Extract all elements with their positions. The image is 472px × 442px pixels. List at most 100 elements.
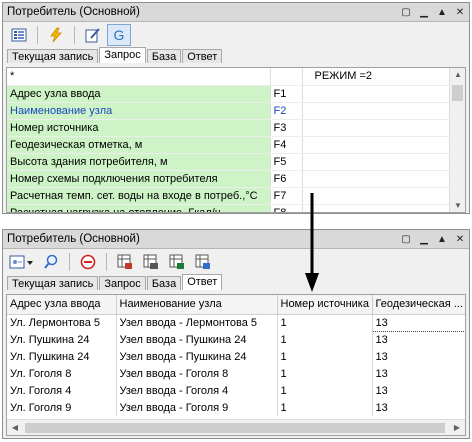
answer-grid[interactable]: Адрес узла ввода Наименование узла Номер…: [6, 294, 466, 436]
field-condition[interactable]: [302, 102, 454, 120]
field-label[interactable]: Номер схемы подключения потребителя: [7, 170, 271, 188]
table-cell[interactable]: Ул. Гоголя 9: [7, 399, 117, 416]
field-code[interactable]: F5: [270, 153, 303, 171]
table-cell[interactable]: Узел ввода - Гоголя 8: [116, 365, 278, 382]
table-cell[interactable]: Узел ввода - Гоголя 9: [116, 399, 278, 416]
field-label[interactable]: Геодезическая отметка, м: [7, 136, 271, 154]
print-button[interactable]: [139, 251, 163, 273]
tab-current-record[interactable]: Текущая запись: [7, 276, 99, 290]
query-row[interactable]: Высота здания потребителя, м F5: [7, 153, 454, 171]
field-code[interactable]: F7: [270, 187, 303, 205]
table-cell[interactable]: Узел ввода - Пушкина 24: [116, 348, 278, 365]
column-header-source-number[interactable]: Номер источника: [277, 295, 373, 315]
table-cell[interactable]: Ул. Гоголя 4: [7, 382, 117, 399]
field-condition[interactable]: [302, 85, 454, 103]
scroll-left-icon[interactable]: ◀: [7, 423, 23, 432]
horizontal-scrollbar[interactable]: ◀ ▶: [7, 419, 465, 435]
edit-query-button[interactable]: [81, 24, 105, 46]
query-row[interactable]: Расчетная темп. сет. воды на входе в пот…: [7, 187, 454, 205]
table-cell[interactable]: 1: [277, 348, 373, 365]
maximize-icon[interactable]: ▲: [433, 3, 451, 21]
field-condition[interactable]: [302, 119, 454, 137]
g-mode-button[interactable]: G: [107, 23, 131, 46]
table-cell[interactable]: 1: [277, 314, 373, 331]
table-cell[interactable]: Ул. Лермонтова 5: [7, 314, 117, 331]
field-condition[interactable]: [302, 153, 454, 171]
tab-base[interactable]: База: [146, 49, 182, 63]
table-cell[interactable]: 13: [372, 331, 465, 348]
database-button[interactable]: [191, 251, 215, 273]
column-header-node-name[interactable]: Наименование узла: [116, 295, 278, 315]
maximize-icon[interactable]: ▲: [433, 230, 451, 248]
tab-answer[interactable]: Ответ: [182, 49, 223, 63]
table-cell[interactable]: Узел ввода - Пушкина 24: [116, 331, 278, 348]
scroll-down-icon[interactable]: ▼: [450, 201, 465, 210]
table-cell[interactable]: Узел ввода - Гоголя 4: [116, 382, 278, 399]
query-row[interactable]: Расчетная нагрузка на отопление, Гкал/ч F…: [7, 204, 454, 212]
query-row[interactable]: Наименование узла F2: [7, 102, 454, 120]
field-condition[interactable]: [302, 170, 454, 188]
field-code[interactable]: F6: [270, 170, 303, 188]
field-code[interactable]: F3: [270, 119, 303, 137]
field-code[interactable]: F1: [270, 85, 303, 103]
delete-button[interactable]: [76, 251, 100, 273]
restore-icon[interactable]: ▢: [397, 3, 415, 21]
table-cell[interactable]: Узел ввода - Лермонтова 5: [116, 314, 278, 331]
scroll-right-icon[interactable]: ▶: [449, 423, 465, 432]
tab-query[interactable]: Запрос: [99, 276, 146, 290]
field-code[interactable]: F2: [270, 102, 303, 120]
table-row[interactable]: Ул. Гоголя 9 Узел ввода - Гоголя 9 1 13: [7, 399, 465, 416]
field-label[interactable]: Номер источника: [7, 119, 271, 137]
table-cell[interactable]: Ул. Гоголя 8: [7, 365, 117, 382]
table-row[interactable]: Ул. Гоголя 4 Узел ввода - Гоголя 4 1 13: [7, 382, 465, 399]
field-label[interactable]: Расчетная темп. сет. воды на входе в пот…: [7, 187, 271, 205]
table-row[interactable]: Ул. Пушкина 24 Узел ввода - Пушкина 24 1 13: [7, 331, 465, 348]
table-cell[interactable]: Ул. Пушкина 24: [7, 331, 117, 348]
table-row[interactable]: Ул. Пушкина 24 Узел ввода - Пушкина 24 1 13: [7, 348, 465, 365]
table-cell[interactable]: 13: [372, 348, 465, 365]
tab-answer[interactable]: Ответ: [182, 274, 223, 290]
minimize-icon[interactable]: ▁: [415, 230, 433, 248]
field-label[interactable]: Высота здания потребителя, м: [7, 153, 271, 171]
field-code[interactable]: F4: [270, 136, 303, 154]
table-cell[interactable]: 1: [277, 399, 373, 416]
vertical-scrollbar[interactable]: ▲ ▼: [449, 68, 465, 212]
table-cell[interactable]: 13: [371, 313, 465, 332]
query-row[interactable]: Номер источника F3: [7, 119, 454, 137]
column-header-geodetic[interactable]: Геодезическая ...: [372, 295, 465, 315]
restore-icon[interactable]: ▢: [397, 230, 415, 248]
column-header-address[interactable]: Адрес узла ввода: [7, 295, 117, 315]
mode-cell[interactable]: РЕЖИМ =2: [302, 68, 454, 86]
fields-list-button[interactable]: [7, 24, 31, 46]
table-cell[interactable]: Ул. Пушкина 24: [7, 348, 117, 365]
query-row[interactable]: Номер схемы подключения потребителя F6: [7, 170, 454, 188]
table-cell[interactable]: 1: [277, 365, 373, 382]
tab-base[interactable]: База: [146, 276, 182, 290]
export-table-button[interactable]: [113, 251, 137, 273]
table-row[interactable]: Ул. Гоголя 8 Узел ввода - Гоголя 8 1 13: [7, 365, 465, 382]
scroll-thumb[interactable]: [452, 85, 463, 101]
field-label[interactable]: Адрес узла ввода: [7, 85, 271, 103]
tab-current-record[interactable]: Текущая запись: [7, 49, 99, 63]
field-condition[interactable]: [302, 187, 454, 205]
field-label[interactable]: Наименование узла: [7, 102, 271, 120]
scroll-up-icon[interactable]: ▲: [450, 70, 465, 79]
table-cell[interactable]: 13: [372, 399, 465, 416]
table-row[interactable]: Ул. Лермонтова 5 Узел ввода - Лермонтова …: [7, 313, 465, 332]
scroll-thumb[interactable]: [25, 423, 445, 433]
view-dropdown-button[interactable]: [7, 251, 37, 273]
query-row[interactable]: Геодезическая отметка, м F4: [7, 136, 454, 154]
field-condition[interactable]: [302, 136, 454, 154]
close-icon[interactable]: ✕: [451, 230, 469, 248]
table-cell[interactable]: 13: [372, 365, 465, 382]
close-icon[interactable]: ✕: [451, 3, 469, 21]
blank-cell[interactable]: [270, 68, 303, 86]
tab-query[interactable]: Запрос: [99, 47, 146, 63]
field-code[interactable]: F8: [270, 204, 303, 212]
field-label[interactable]: Расчетная нагрузка на отопление, Гкал/ч: [7, 204, 271, 212]
minimize-icon[interactable]: ▁: [415, 3, 433, 21]
query-grid[interactable]: * РЕЖИМ =2 Адрес узла ввода F1 Наименовани…: [6, 67, 466, 213]
search-button[interactable]: [39, 251, 63, 273]
table-cell[interactable]: 1: [277, 382, 373, 399]
execute-query-button[interactable]: [44, 24, 68, 46]
